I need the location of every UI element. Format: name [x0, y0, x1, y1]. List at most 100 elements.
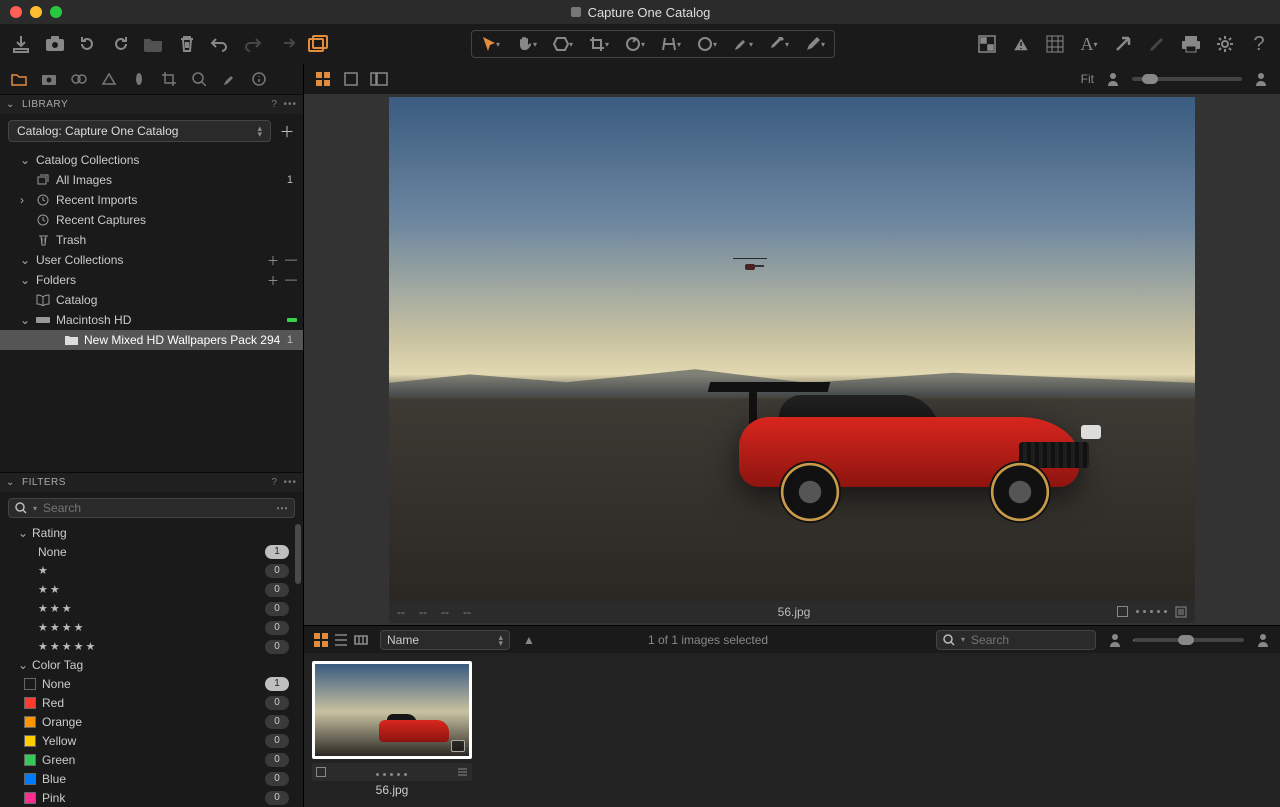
tree-recent-captures[interactable]: Recent Captures [0, 210, 303, 230]
add-catalog-button[interactable]: ＋ [279, 121, 295, 142]
colortag-orange[interactable]: Orange0 [4, 712, 299, 731]
panel-help-icon[interactable]: ? [271, 99, 277, 110]
tree-catalog-folder[interactable]: Catalog [0, 290, 303, 310]
adjust-brush-icon[interactable]: ▾ [804, 35, 826, 53]
variants-icon[interactable] [308, 33, 330, 55]
tree-recent-imports[interactable]: ›Recent Imports [0, 190, 303, 210]
zoom-person-icon[interactable] [1104, 70, 1122, 88]
tree-volume[interactable]: ⌄Macintosh HD [0, 310, 303, 330]
panel-help-icon[interactable]: ? [271, 477, 277, 488]
remove-collection-button[interactable]: — [285, 252, 297, 269]
export-icon[interactable] [1112, 33, 1134, 55]
catalog-selector[interactable]: Catalog: Capture One Catalog ▴▾ [8, 120, 271, 142]
tree-trash[interactable]: Trash [0, 230, 303, 250]
details-tab-icon[interactable] [190, 70, 208, 88]
tree-catalog-collections[interactable]: ⌄Catalog Collections [0, 150, 303, 170]
exposure-warning-icon[interactable] [976, 33, 998, 55]
folder-open-icon[interactable] [142, 33, 164, 55]
colortag-red[interactable]: Red0 [4, 693, 299, 712]
library-panel-header[interactable]: ⌄ LIBRARY ? ••• [0, 94, 303, 114]
add-collection-button[interactable]: ＋ [267, 252, 279, 269]
trash-icon[interactable] [176, 33, 198, 55]
annotation-icon[interactable]: A▾ [1078, 33, 1100, 55]
rating-filter-none[interactable]: None1 [4, 542, 299, 561]
keystone-tool-icon[interactable]: ▾ [660, 35, 682, 53]
settings-icon[interactable] [1214, 33, 1236, 55]
thumbnail-item[interactable]: 56.jpg [312, 661, 472, 797]
browser-list-view-icon[interactable] [332, 632, 350, 648]
filter-search[interactable]: ▾ ⋯ [8, 498, 295, 518]
thumb-rating-dots[interactable] [374, 765, 409, 779]
thumb-size-slider[interactable] [1134, 638, 1244, 642]
thumb-person-icon[interactable] [1106, 631, 1124, 649]
rotate-tool-icon[interactable]: ▾ [624, 35, 646, 53]
help-icon[interactable]: ? [1248, 33, 1270, 55]
colortag-filter-section[interactable]: ⌄Color Tag [4, 656, 299, 674]
import-icon[interactable] [10, 33, 32, 55]
exposure-tab-icon[interactable] [130, 70, 148, 88]
tree-selected-folder[interactable]: New Mixed HD Wallpapers Pack 2941 [0, 330, 303, 350]
loupe-icon[interactable]: ▾ [552, 35, 574, 53]
viewer-single-mode-icon[interactable] [342, 70, 360, 88]
capture-tab-icon[interactable] [40, 70, 58, 88]
rating-filter-5[interactable]: ★★★★★0 [4, 637, 299, 656]
sort-direction-icon[interactable]: ▲ [520, 631, 538, 649]
thumb-colortag-box[interactable] [316, 767, 326, 777]
undo-icon[interactable] [208, 33, 230, 55]
adjustments-tab-icon[interactable] [220, 70, 238, 88]
browser-filmstrip-view-icon[interactable] [352, 632, 370, 648]
close-window-button[interactable] [10, 6, 22, 18]
edit-icon[interactable] [1146, 33, 1168, 55]
mask-brush-icon[interactable]: ▾ [732, 35, 754, 53]
select-cursor-icon[interactable]: ▾ [480, 35, 502, 53]
thumb-person-right-icon[interactable] [1254, 631, 1272, 649]
rating-filter-section[interactable]: ⌄Rating [4, 524, 299, 542]
zoom-person-right-icon[interactable] [1252, 70, 1270, 88]
maximize-window-button[interactable] [50, 6, 62, 18]
pan-cursor-icon[interactable]: ▾ [516, 35, 538, 53]
color-tab-icon[interactable] [100, 70, 118, 88]
lens-tab-icon[interactable] [70, 70, 88, 88]
rating-filter-1[interactable]: ★0 [4, 561, 299, 580]
reset-icon[interactable] [276, 33, 298, 55]
redo-icon[interactable] [242, 33, 264, 55]
viewer-multi-mode-icon[interactable] [370, 70, 388, 88]
panel-menu-icon[interactable]: ••• [283, 99, 297, 110]
spot-tool-icon[interactable]: ▾ [696, 35, 718, 53]
crop-tab-icon[interactable] [160, 70, 178, 88]
colortag-green[interactable]: Green0 [4, 750, 299, 769]
metadata-tab-icon[interactable] [250, 70, 268, 88]
rating-dots[interactable] [1136, 610, 1167, 613]
viewer-canvas[interactable]: -------- 56.jpg [304, 94, 1280, 625]
add-folder-button[interactable]: ＋ [267, 272, 279, 289]
colortag-none[interactable]: None1 [4, 674, 299, 693]
zoom-slider[interactable] [1132, 77, 1242, 81]
rotate-right-icon[interactable] [110, 33, 132, 55]
remove-folder-button[interactable]: — [285, 272, 297, 289]
rating-filter-3[interactable]: ★★★0 [4, 599, 299, 618]
tree-user-collections[interactable]: ⌄User Collections＋— [0, 250, 303, 270]
browser-search[interactable]: ▾ ⋯ [936, 630, 1096, 650]
eyedropper-icon[interactable]: ▾ [768, 35, 790, 53]
color-tag-box[interactable] [1117, 606, 1128, 617]
print-icon[interactable] [1180, 33, 1202, 55]
alert-icon[interactable] [1010, 33, 1032, 55]
viewer-grid-mode-icon[interactable] [314, 70, 332, 88]
rating-filter-2[interactable]: ★★0 [4, 580, 299, 599]
panel-menu-icon[interactable]: ••• [283, 477, 297, 488]
browser-thumb-view-icon[interactable] [312, 632, 330, 648]
colortag-yellow[interactable]: Yellow0 [4, 731, 299, 750]
capture-icon[interactable] [44, 33, 66, 55]
crop-tool-icon[interactable]: ▾ [588, 35, 610, 53]
filters-panel-header[interactable]: ⌄ FILTERS ? ••• [0, 472, 303, 492]
filters-scrollbar[interactable] [295, 524, 301, 584]
rotate-left-icon[interactable] [76, 33, 98, 55]
browser-search-input[interactable] [971, 633, 1126, 647]
colortag-pink[interactable]: Pink0 [4, 788, 299, 807]
colortag-blue[interactable]: Blue0 [4, 769, 299, 788]
tree-all-images[interactable]: All Images1 [0, 170, 303, 190]
sort-selector[interactable]: Name ▴▾ [380, 630, 510, 650]
minimize-window-button[interactable] [30, 6, 42, 18]
advanced-search-button[interactable]: ⋯ [276, 501, 288, 515]
grid-icon[interactable] [1044, 33, 1066, 55]
